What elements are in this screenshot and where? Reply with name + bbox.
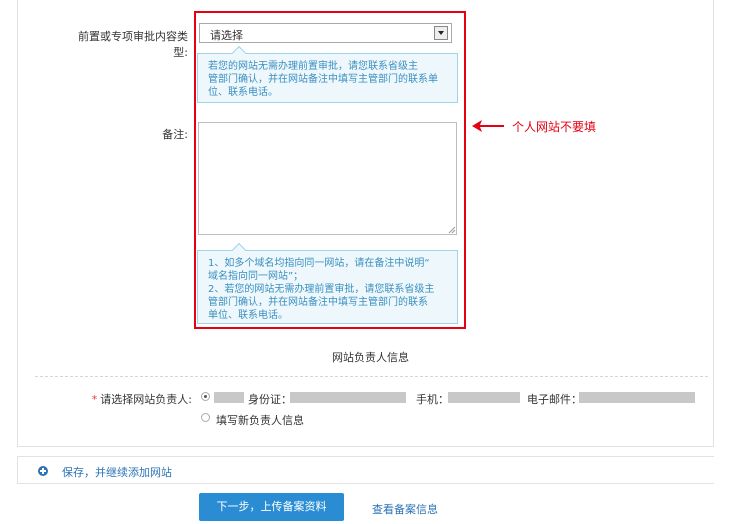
owner-new-label[interactable]: 填写新负责人信息 bbox=[216, 412, 304, 428]
owner-label-text: 请选择网站负责人: bbox=[100, 393, 192, 406]
redacted-id bbox=[290, 392, 406, 403]
plus-circle-icon[interactable] bbox=[38, 466, 48, 476]
owner-section-title: 网站负责人信息 bbox=[332, 351, 409, 364]
phone-label: 手机： bbox=[416, 393, 449, 406]
email-label: 电子邮件： bbox=[527, 393, 582, 406]
owner-label: * 请选择网站负责人: bbox=[80, 391, 192, 407]
approval-type-label: 前置或专项审批内容类型: bbox=[78, 30, 188, 59]
redacted-email bbox=[579, 392, 695, 403]
view-filing-info-link[interactable]: 查看备案信息 bbox=[372, 501, 438, 517]
annotation-text: 个人网站不要填 bbox=[512, 120, 597, 134]
add-site-bar: 保存，并继续添加网站 bbox=[17, 456, 714, 484]
id-label: 身份证： bbox=[248, 393, 292, 406]
redacted-phone bbox=[448, 392, 520, 403]
redacted-name bbox=[214, 392, 244, 403]
owner-new-radio[interactable] bbox=[201, 413, 210, 422]
section-divider bbox=[35, 376, 708, 377]
owner-existing-radio[interactable] bbox=[201, 392, 210, 401]
next-upload-button[interactable]: 下一步，上传备案资料 bbox=[199, 493, 344, 521]
note-label: 备注: bbox=[162, 128, 188, 141]
arrow-left-icon bbox=[472, 120, 504, 132]
annotation-highlight-box bbox=[194, 11, 466, 329]
required-mark: * bbox=[91, 393, 98, 406]
save-and-add-site-link[interactable]: 保存，并继续添加网站 bbox=[62, 464, 172, 480]
